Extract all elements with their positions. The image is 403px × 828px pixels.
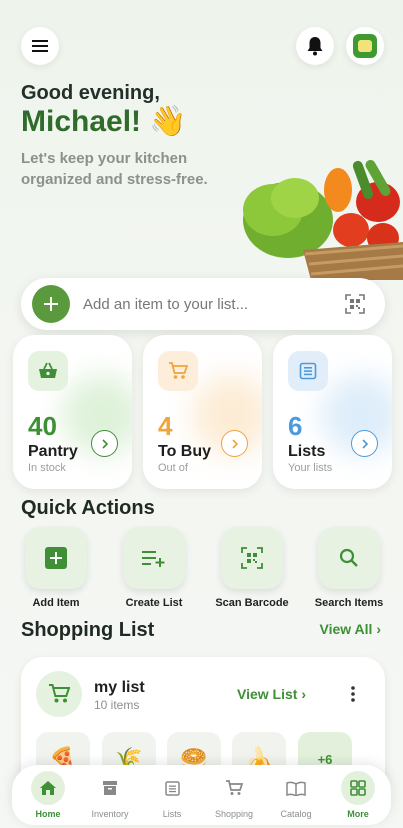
more-vertical-icon[interactable]: [351, 686, 355, 702]
to-buy-count: 4: [158, 411, 173, 441]
stat-card-pantry[interactable]: 40 Pantry In stock: [13, 335, 132, 489]
nav-shopping[interactable]: Shopping: [204, 771, 264, 819]
quick-action-label: Scan Barcode: [215, 597, 289, 609]
add-item-button[interactable]: [32, 285, 70, 323]
bottom-navigation: Home Inventory Lists Shopping Catalog Mo…: [12, 765, 391, 825]
to-buy-label: To Buy: [158, 443, 212, 460]
app-logo-button[interactable]: [346, 27, 384, 65]
list-icon: [288, 351, 328, 391]
lists-arrow-button[interactable]: [351, 430, 378, 457]
nav-label: Shopping: [214, 809, 254, 819]
quick-actions-title: Quick Actions: [21, 497, 155, 519]
chevron-right-icon: [231, 438, 238, 449]
quick-action-add-item[interactable]: Add Item: [16, 527, 96, 609]
plus-square-icon: [45, 547, 67, 569]
user-name: Michael! 👋: [21, 105, 187, 138]
add-item-bar: [21, 278, 385, 330]
vegetable-basket-image: [243, 160, 403, 280]
lists-caption: Your lists: [288, 462, 333, 474]
stat-card-lists[interactable]: 6 Lists Your lists: [273, 335, 392, 489]
cart-icon: [36, 671, 82, 717]
nav-more[interactable]: More: [328, 771, 388, 819]
pantry-label: Pantry: [28, 443, 78, 460]
nav-label: Home: [35, 809, 61, 819]
lists-label: Lists: [288, 443, 326, 460]
greeting-subtitle: Let's keep your kitchen organized and st…: [21, 150, 208, 188]
nav-label: Catalog: [280, 809, 312, 819]
shopping-list-title: Shopping List: [21, 619, 155, 641]
grid-icon: [350, 780, 366, 796]
view-list-link[interactable]: View List ›: [237, 686, 306, 702]
chevron-right-icon: [101, 438, 108, 449]
list-name: my list: [94, 679, 145, 696]
cart-icon: [158, 351, 198, 391]
add-item-input[interactable]: [83, 290, 333, 318]
cart-icon: [226, 780, 243, 795]
book-icon: [286, 781, 306, 796]
stat-card-to-buy[interactable]: 4 To Buy Out of: [143, 335, 262, 489]
quick-action-create-list[interactable]: Create List: [114, 527, 194, 609]
bell-icon: [307, 37, 323, 56]
menu-button[interactable]: [21, 27, 59, 65]
notifications-button[interactable]: [296, 27, 334, 65]
nav-label: Inventory: [91, 809, 129, 819]
to-buy-caption: Out of: [158, 462, 188, 474]
qr-scan-icon: [241, 547, 263, 569]
quick-action-label: Create List: [125, 597, 183, 609]
nav-label: Lists: [162, 809, 182, 819]
nav-home[interactable]: Home: [18, 771, 78, 819]
playlist-add-icon: [142, 551, 165, 567]
qr-scan-icon[interactable]: [345, 294, 365, 314]
list-icon: [164, 780, 180, 796]
quick-action-label: Search Items: [314, 597, 384, 609]
pantry-caption: In stock: [28, 462, 66, 474]
lists-count: 6: [288, 411, 303, 441]
greeting-text: Good evening,: [21, 82, 160, 104]
quick-action-label: Add Item: [32, 597, 80, 609]
home-icon: [40, 781, 56, 795]
archive-icon: [103, 781, 117, 795]
nav-label: More: [347, 809, 369, 819]
view-all-link[interactable]: View All ›: [320, 621, 381, 637]
nav-catalog[interactable]: Catalog: [266, 771, 326, 819]
to-buy-arrow-button[interactable]: [221, 430, 248, 457]
quick-action-search-items[interactable]: Search Items: [309, 527, 389, 609]
quick-action-scan-barcode[interactable]: Scan Barcode: [212, 527, 292, 609]
search-icon: [339, 548, 358, 567]
pantry-arrow-button[interactable]: [91, 430, 118, 457]
list-item-count: 10 items: [94, 698, 140, 712]
basket-icon: [28, 351, 68, 391]
nav-lists[interactable]: Lists: [142, 771, 202, 819]
nav-inventory[interactable]: Inventory: [80, 771, 140, 819]
chevron-right-icon: [361, 438, 368, 449]
app-logo-icon: [353, 34, 377, 58]
plus-icon: [44, 297, 58, 311]
pantry-count: 40: [28, 411, 57, 441]
hamburger-icon: [32, 40, 48, 52]
